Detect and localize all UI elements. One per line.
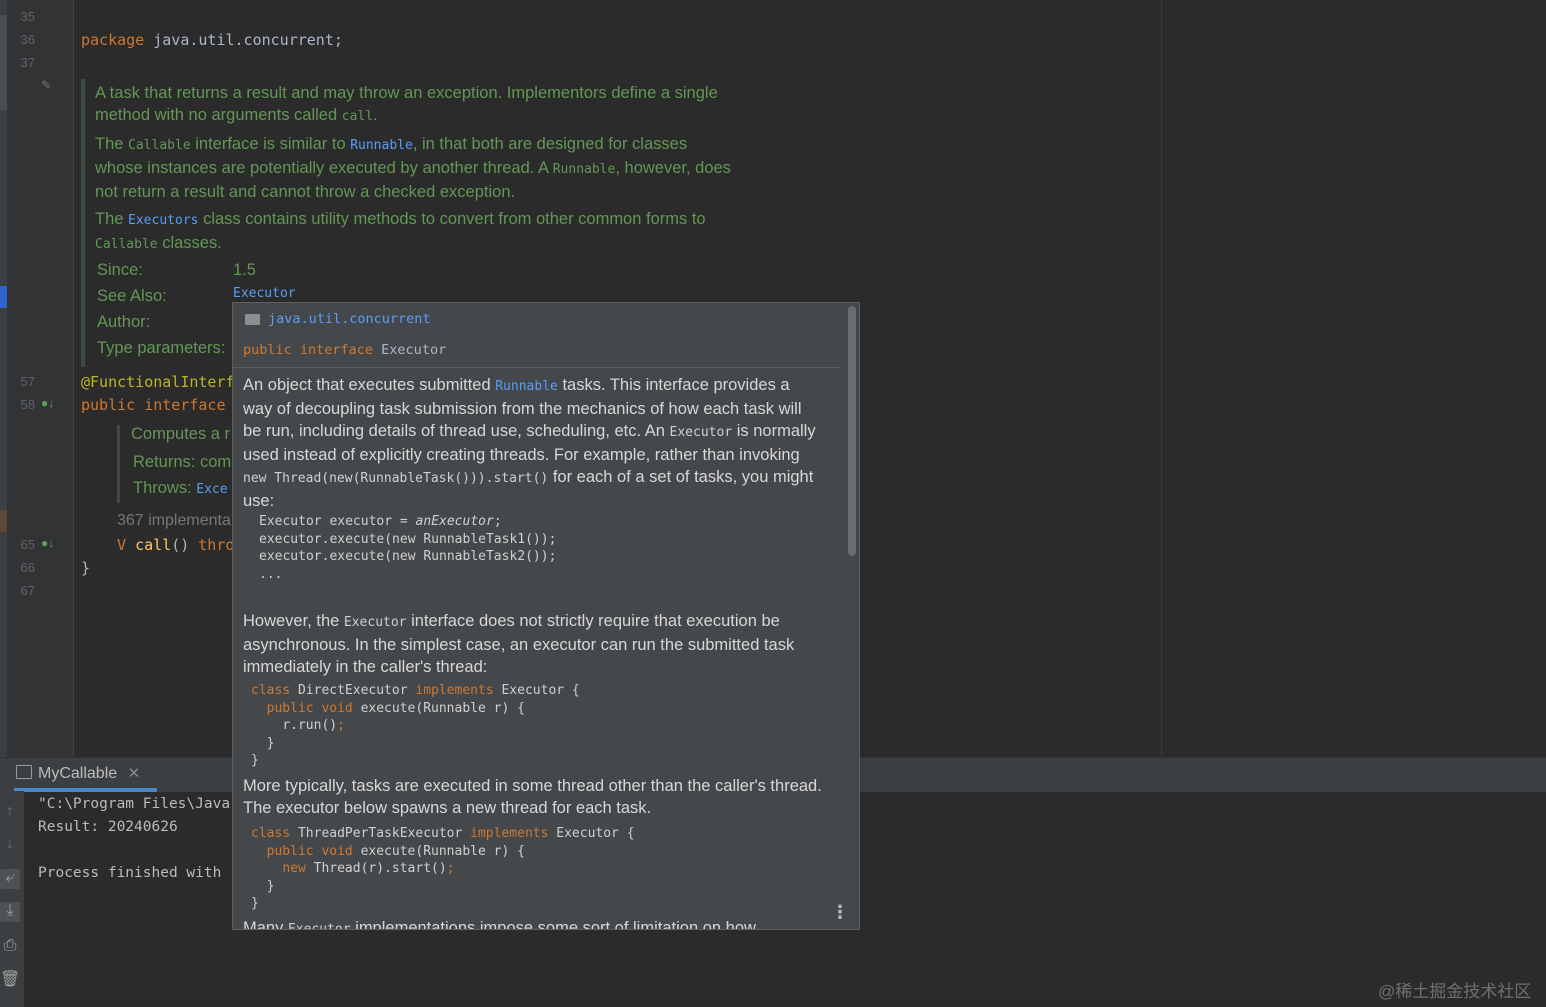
strip-marker xyxy=(0,510,7,532)
editor-gutter[interactable]: 35 36 37 ✎ 57 58 ●↓ 65 ●↓ 66 67 xyxy=(7,0,74,757)
annotation[interactable]: @FunctionalInterf xyxy=(81,373,235,391)
scroll-to-end-icon[interactable]: ⤓ xyxy=(0,902,20,922)
popup-paragraph: An object that executes submitted Runnab… xyxy=(243,376,816,510)
popup-paragraph: However, the Executor interface does not… xyxy=(243,612,795,676)
runnable-link[interactable]: Runnable xyxy=(495,379,558,394)
run-tab-mycallable[interactable]: MyCallable ✕ xyxy=(16,764,140,786)
line-number: 36 xyxy=(20,32,35,47)
package-folder-icon xyxy=(245,314,260,325)
project-strip xyxy=(0,0,7,757)
javadoc-paragraph: A task that returns a result and may thr… xyxy=(95,84,718,124)
implementations-hint[interactable]: 367 implementa xyxy=(117,512,231,530)
popup-code-block-direct-executor: class DirectExecutor implements Executor… xyxy=(251,683,580,768)
popup-separator xyxy=(233,367,841,368)
call-doc-summary: Computes a r xyxy=(131,425,231,443)
call-doc-throws: Throws: Exce xyxy=(133,479,228,497)
line-number: 66 xyxy=(20,560,35,575)
console-icon xyxy=(16,765,32,779)
clear-all-icon[interactable]: 🗑 xyxy=(0,969,20,989)
javadoc-paragraph: The Callable interface is similar to Run… xyxy=(95,135,731,201)
implemented-by-icon[interactable]: ●↓ xyxy=(41,396,54,410)
popup-package-name[interactable]: java.util.concurrent xyxy=(268,311,431,327)
print-icon[interactable]: ⎙ xyxy=(0,937,20,957)
implemented-by-icon[interactable]: ●↓ xyxy=(41,536,54,550)
console-line: "C:\Program Files\Java xyxy=(38,796,231,812)
popup-signature: public interface Executor xyxy=(243,342,447,358)
active-tab-indicator xyxy=(14,788,157,792)
strip-marker-selected xyxy=(0,286,7,308)
call-method-declaration[interactable]: V call() thro xyxy=(117,536,234,554)
more-options-icon[interactable]: ⋮ xyxy=(831,902,849,923)
popup-paragraph: Many Executor implementations impose som… xyxy=(243,919,756,930)
doc-comment-bar xyxy=(81,79,85,367)
popup-scrollbar[interactable] xyxy=(848,306,856,556)
scroll-up-icon[interactable]: ↑ xyxy=(0,803,20,823)
right-margin-guide xyxy=(1161,0,1162,757)
line-number: 37 xyxy=(20,55,35,70)
closing-brace: } xyxy=(81,559,91,577)
popup-code-block-thread-per-task: class ThreadPerTaskExecutor implements E… xyxy=(251,826,635,911)
executors-link[interactable]: Executors xyxy=(128,213,198,228)
exception-link[interactable]: Exce xyxy=(196,482,227,497)
package-declaration[interactable]: package java.util.concurrent; xyxy=(81,31,343,49)
line-number: 57 xyxy=(20,374,35,389)
run-tab-label: MyCallable xyxy=(38,765,118,782)
run-toolbar: ↑ ↓ ⤶ ⤓ ⎙ 🗑 xyxy=(0,791,24,1007)
popup-paragraph: More typically, tasks are executed in so… xyxy=(243,777,822,817)
see-also-link[interactable]: Executor xyxy=(233,286,296,301)
watermark: @稀土掘金技术社区 xyxy=(1378,982,1532,1001)
author-label: Author: xyxy=(97,313,151,331)
line-number: 58 xyxy=(20,397,35,412)
line-number: 35 xyxy=(20,9,35,24)
console-line: Result: 20240626 xyxy=(38,819,178,835)
doc-comment-bar xyxy=(117,425,120,503)
runnable-link[interactable]: Runnable xyxy=(350,138,413,153)
popup-code-block: Executor executor = anExecutor; executor… xyxy=(259,514,557,582)
soft-wrap-icon[interactable]: ⤶ xyxy=(0,869,20,889)
quick-documentation-popup[interactable]: java.util.concurrent public interface Ex… xyxy=(232,302,860,930)
scroll-down-icon[interactable]: ↓ xyxy=(0,835,20,855)
since-label: Since: xyxy=(97,261,143,279)
line-number: 67 xyxy=(20,583,35,598)
type-params-label: Type parameters: xyxy=(97,339,226,357)
line-number: 65 xyxy=(20,537,35,552)
javadoc-paragraph: The Executors class contains utility met… xyxy=(95,210,706,252)
see-also-label: See Also: xyxy=(97,287,167,305)
keyword: package xyxy=(81,31,145,49)
call-doc-returns: Returns: com xyxy=(133,453,232,471)
strip-marker xyxy=(0,15,7,110)
edit-doc-icon[interactable]: ✎ xyxy=(41,78,51,92)
package-name: java.util.concurrent; xyxy=(144,31,343,49)
close-tab-icon[interactable]: ✕ xyxy=(128,765,141,782)
interface-declaration[interactable]: public interface xyxy=(81,396,226,414)
console-line: Process finished with xyxy=(38,865,222,881)
since-value: 1.5 xyxy=(233,261,256,279)
